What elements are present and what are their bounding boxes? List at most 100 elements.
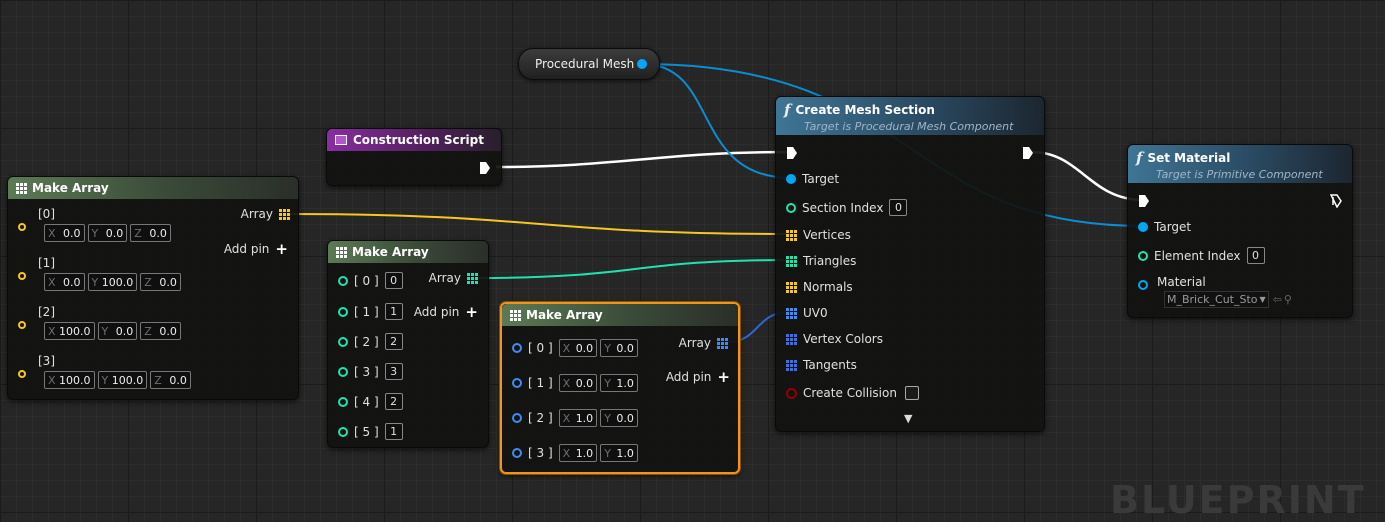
color-array-input-pin[interactable]	[786, 333, 797, 345]
add-pin-button[interactable]: Add pin +	[666, 368, 730, 386]
int-input-pin[interactable]	[338, 306, 348, 317]
set-material-node[interactable]: f Set Material Target is Primitive Compo…	[1127, 144, 1353, 318]
pin-label: Element Index	[1154, 248, 1241, 263]
node-subtitle: Target is Primitive Component	[1156, 168, 1323, 181]
int-input-pin[interactable]	[338, 275, 348, 286]
y-field[interactable]: Y 0.0	[600, 409, 638, 427]
int-value-field[interactable]: 0	[384, 272, 403, 289]
exec-output-pin[interactable]	[479, 161, 491, 175]
x-field[interactable]: X 1.0	[558, 444, 598, 462]
int-array-input-pin[interactable]	[786, 255, 797, 267]
create-collision-checkbox[interactable]	[904, 386, 919, 400]
array-item: [ 1 ] X 0.0 Y 1.0	[512, 374, 641, 392]
int-value-field[interactable]: 1	[384, 303, 403, 320]
element-index-field[interactable]: 0	[1246, 247, 1265, 264]
z-field[interactable]: Z 0.0	[140, 322, 181, 340]
vector-array-output-pin[interactable]	[279, 208, 290, 220]
make-array-vertices-node[interactable]: Make Array Array Add pin + [0] X 0.0 Y 0.0…	[7, 176, 299, 400]
vector-array-input-pin[interactable]	[786, 229, 797, 241]
x-field[interactable]: X 100.0	[44, 322, 95, 340]
x-field[interactable]: X 0.0	[44, 224, 85, 242]
chevron-down-icon: ▼	[1259, 295, 1266, 304]
object-output-pin[interactable]	[637, 59, 647, 69]
browse-search-icon[interactable]: ⚲	[1284, 293, 1292, 306]
x-field[interactable]: X 0.0	[44, 273, 85, 291]
vector2d-array-input-pin[interactable]	[786, 307, 797, 319]
array-grid-icon	[16, 182, 27, 194]
z-field[interactable]: Z 0.0	[150, 371, 191, 389]
vector2d-array-output-pin[interactable]	[717, 337, 728, 349]
vector2d-input-pin[interactable]	[512, 378, 522, 388]
material-pin-row	[1138, 280, 1148, 290]
construction-script-node[interactable]: Construction Script	[326, 128, 502, 186]
x-field[interactable]: X 0.0	[558, 339, 598, 357]
int-input-pin[interactable]	[786, 202, 796, 213]
exec-output-pin[interactable]	[1330, 194, 1342, 208]
y-field[interactable]: Y 0.0	[87, 224, 128, 242]
int-input-pin[interactable]	[338, 426, 348, 437]
vector-input-pin[interactable]	[18, 370, 26, 378]
function-icon: f	[784, 101, 791, 119]
tangent-array-input-pin[interactable]	[786, 359, 797, 371]
exec-output-pin[interactable]	[1022, 146, 1034, 160]
pin-label: Normals	[803, 280, 853, 294]
y-field[interactable]: Y 1.0	[600, 444, 638, 462]
create-mesh-section-node[interactable]: f Create Mesh Section Target is Procedur…	[775, 96, 1045, 432]
bool-input-pin[interactable]	[786, 387, 797, 399]
int-input-pin[interactable]	[1138, 250, 1148, 261]
expand-arrow-icon[interactable]: ▼	[904, 412, 912, 425]
z-field[interactable]: Z 0.0	[130, 224, 171, 242]
procedural-mesh-variable-node[interactable]: Procedural Mesh	[518, 48, 660, 80]
vector-input-pin[interactable]	[18, 321, 26, 329]
use-selected-arrow-icon[interactable]: ⇦	[1273, 293, 1282, 306]
y-field[interactable]: Y 100.0	[87, 273, 138, 291]
exec-input-pin[interactable]	[1138, 194, 1150, 208]
int-value-field[interactable]: 2	[384, 333, 403, 350]
object-input-pin[interactable]	[1138, 280, 1148, 290]
x-field[interactable]: X 100.0	[44, 371, 95, 389]
node-header: f Create Mesh Section Target is Procedur…	[776, 97, 1044, 135]
node-title: Make Array	[32, 181, 109, 195]
material-dropdown[interactable]: M_Brick_Cut_Sto ▼	[1164, 291, 1269, 308]
make-array-triangles-node[interactable]: Make Array Array Add pin + [ 0 ] 0 [ 1 ]…	[327, 240, 489, 448]
int-input-pin[interactable]	[338, 396, 348, 407]
vertex-colors-pin-row: Vertex Colors	[786, 332, 883, 346]
int-input-pin[interactable]	[338, 336, 348, 347]
plus-icon: +	[465, 303, 478, 321]
add-pin-button[interactable]: Add pin +	[224, 240, 288, 258]
object-input-pin[interactable]	[786, 174, 796, 184]
vector-array-input-pin[interactable]	[786, 281, 797, 293]
int-value-field[interactable]: 1	[384, 423, 403, 440]
int-input-pin[interactable]	[338, 366, 348, 377]
output-label: Array	[678, 336, 711, 350]
y-field[interactable]: Y 0.0	[97, 322, 138, 340]
vector2d-input-pin[interactable]	[512, 448, 522, 458]
int-value-field[interactable]: 2	[384, 393, 403, 410]
section-index-field[interactable]: 0	[889, 199, 908, 216]
z-field[interactable]: Z 0.0	[140, 273, 181, 291]
vector2d-input-pin[interactable]	[512, 343, 522, 353]
x-field[interactable]: X 1.0	[558, 409, 598, 427]
y-field[interactable]: Y 0.0	[600, 339, 638, 357]
vector2d-input-pin[interactable]	[512, 413, 522, 423]
vector-input-pin[interactable]	[18, 223, 26, 231]
object-input-pin[interactable]	[1138, 222, 1148, 232]
pin-label: Target	[1154, 220, 1192, 234]
array-item: [ 2 ] X 1.0 Y 0.0	[512, 409, 641, 427]
exec-input-pin[interactable]	[786, 146, 798, 160]
make-array-uv-node[interactable]: Make Array Array Add pin + [ 0 ] X 0.0 Y0…	[500, 302, 740, 474]
vector-input-pin[interactable]	[18, 272, 26, 280]
x-field[interactable]: X 0.0	[558, 374, 598, 392]
int-array-output-pin[interactable]	[467, 272, 478, 284]
node-header: Make Array	[8, 177, 298, 199]
item-label: [ 2 ]	[528, 411, 553, 425]
target-pin-row: Target	[786, 172, 839, 186]
pin-label: Vertices	[803, 228, 851, 242]
y-field[interactable]: Y 100.0	[97, 371, 148, 389]
y-field[interactable]: Y 1.0	[600, 374, 638, 392]
int-value-field[interactable]: 3	[384, 363, 403, 380]
add-pin-button[interactable]: Add pin +	[414, 303, 478, 321]
item-label: [ 2 ]	[354, 334, 379, 349]
item-label: [ 3 ]	[528, 446, 553, 460]
variable-label: Procedural Mesh	[535, 57, 635, 71]
